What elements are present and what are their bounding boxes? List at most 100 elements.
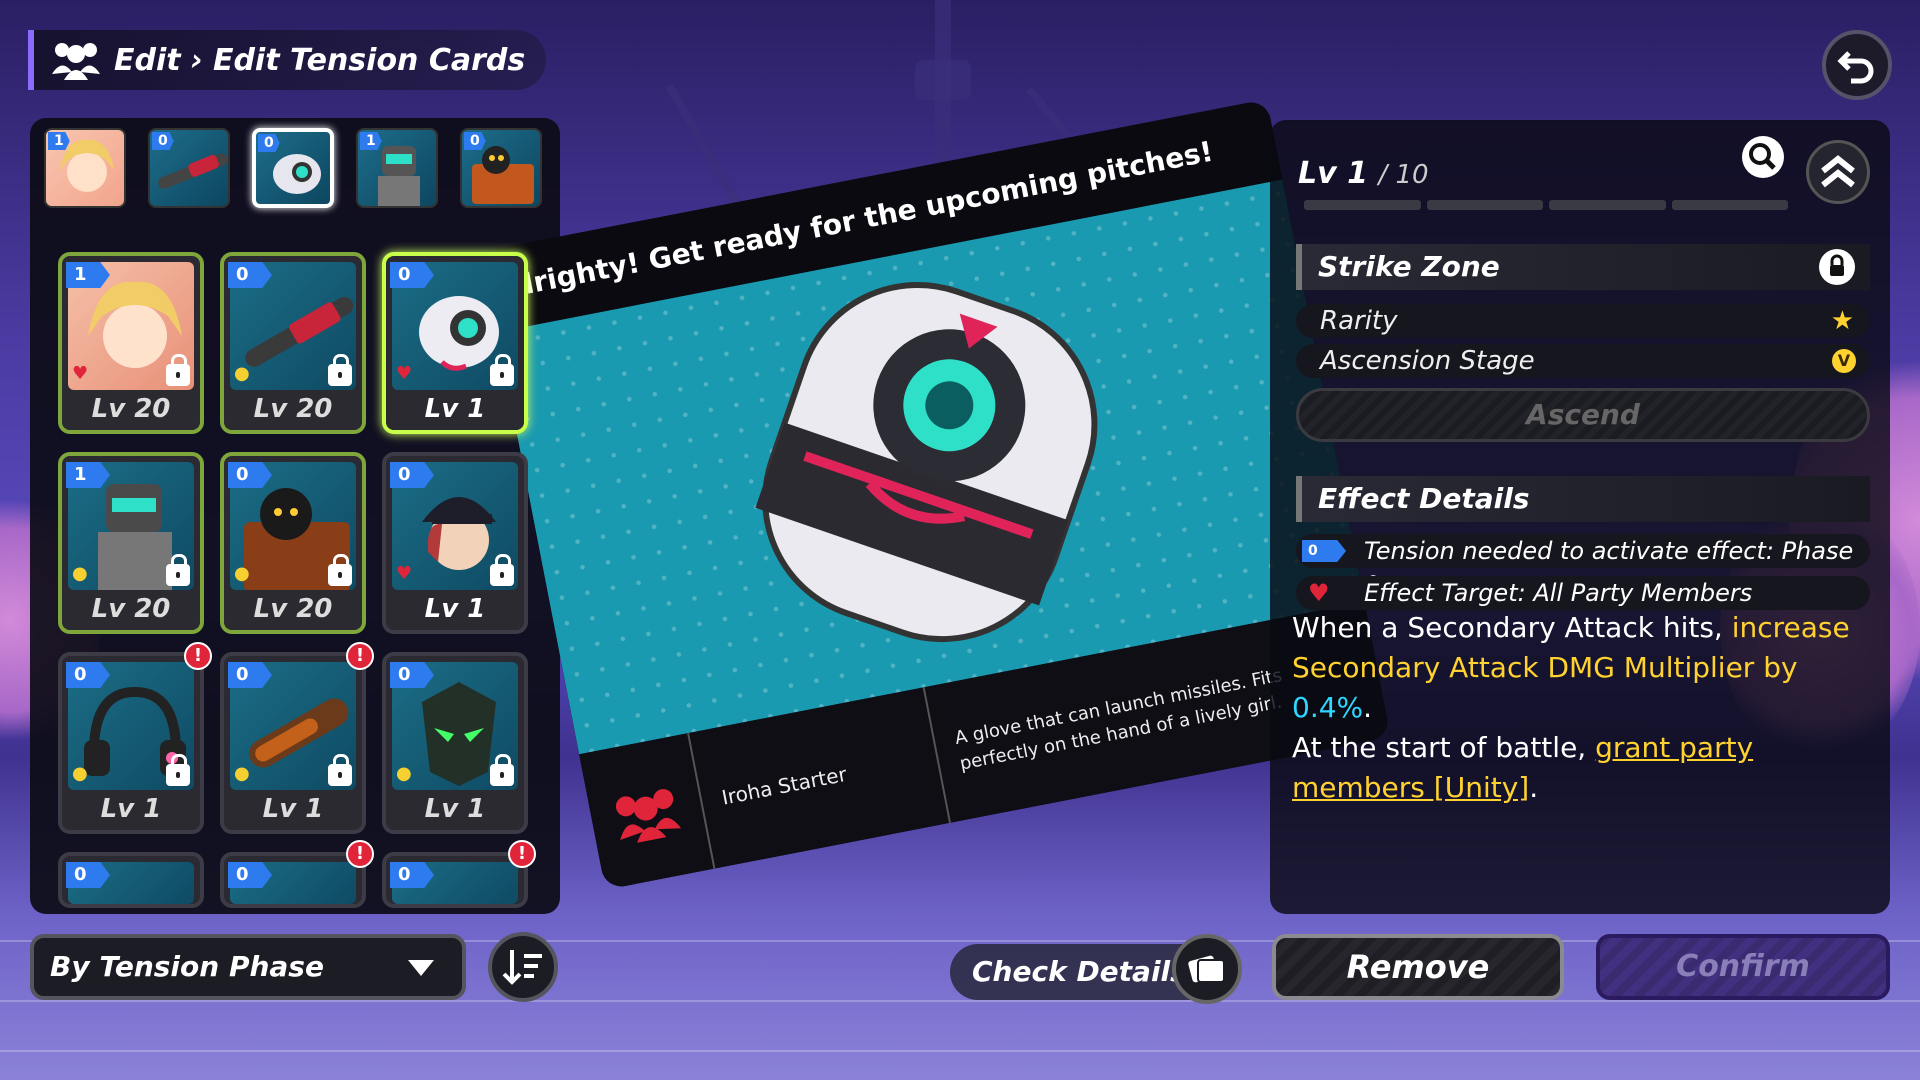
new-alert-icon: ! xyxy=(508,840,536,868)
card-item[interactable]: 0 xyxy=(58,852,204,908)
star-icon: ★ xyxy=(1830,306,1854,336)
ascension-stage-icon: V xyxy=(1832,349,1856,373)
party-slot-3[interactable]: 0 xyxy=(252,128,334,208)
level-progress-bar xyxy=(1304,200,1788,210)
lock-icon xyxy=(166,554,190,586)
sort-dropdown[interactable]: By Tension Phase xyxy=(30,934,466,1000)
sort-label: By Tension Phase xyxy=(50,950,324,983)
ascension-label: Ascension Stage xyxy=(1320,346,1535,376)
party-slot-2[interactable]: 0 xyxy=(148,128,230,208)
heart-group-icon xyxy=(615,789,682,843)
lock-icon xyxy=(328,554,352,586)
card-item[interactable]: 0 ● Lv 20 xyxy=(220,252,366,434)
card-level: Lv 1 xyxy=(224,790,362,830)
sort-order-icon xyxy=(502,950,542,985)
breadcrumb: Edit › Edit Tension Cards xyxy=(28,30,546,90)
person-icon: ● xyxy=(72,563,88,584)
card-level: Lv 20 xyxy=(62,590,200,630)
card-name-header: Strike Zone xyxy=(1296,244,1870,290)
card-name: Strike Zone xyxy=(1318,250,1500,283)
lock-icon xyxy=(166,754,190,786)
party-slot-5[interactable]: 0 xyxy=(460,128,542,208)
heart-group-icon: ♥ xyxy=(396,563,413,584)
check-details-label: Check Details xyxy=(972,955,1187,988)
zoom-button[interactable] xyxy=(1742,136,1784,178)
card-level: Lv 1 xyxy=(62,790,200,830)
level-up-button[interactable] xyxy=(1806,140,1870,204)
effect1-text: When a Secondary Attack hits, xyxy=(1292,611,1732,644)
breadcrumb-edit[interactable]: Edit xyxy=(114,43,181,78)
card-item[interactable]: 0 ♥ Lv 1 xyxy=(382,452,528,634)
card-item[interactable]: 0 ● Lv 20 xyxy=(220,452,366,634)
effect-target-text: Effect Target: All Party Members xyxy=(1364,579,1753,607)
confirm-button[interactable]: Confirm xyxy=(1596,934,1890,1000)
heart-group-icon: ♥ xyxy=(396,363,413,384)
tension-badge: 1 xyxy=(360,132,382,150)
tension-badge: 0 xyxy=(1302,540,1346,562)
card-item[interactable]: 0 xyxy=(382,852,528,908)
person-icon: ● xyxy=(234,363,250,384)
card-level: Lv 20 xyxy=(224,590,362,630)
card-level: Lv 1 xyxy=(386,390,524,430)
lock-icon xyxy=(490,554,514,586)
back-arrow-icon xyxy=(1837,51,1874,84)
person-icon: ● xyxy=(396,763,412,784)
rarity-row: Rarity ★ xyxy=(1296,304,1870,338)
check-details-icon-button[interactable] xyxy=(1172,934,1242,1004)
card-item[interactable]: 1 ♥ Lv 20 xyxy=(58,252,204,434)
party-slot-1[interactable]: 1 xyxy=(44,128,126,208)
back-button[interactable] xyxy=(1822,30,1892,100)
level-current: 1 xyxy=(1347,156,1368,191)
effect2-end: . xyxy=(1529,771,1539,804)
level-prefix: Lv xyxy=(1298,156,1337,191)
card-level: Lv 20 xyxy=(62,390,200,430)
card-item[interactable]: 0 ● Lv 1 xyxy=(382,652,528,834)
lock-toggle-icon[interactable] xyxy=(1818,248,1856,286)
new-alert-icon: ! xyxy=(184,642,212,670)
card-item[interactable]: 0 ● Lv 1 xyxy=(220,652,366,834)
party-slots: 1 0 0 1 0 xyxy=(44,128,542,208)
party-slot-4[interactable]: 1 xyxy=(356,128,438,208)
card-item-selected[interactable]: 0 ♥ Lv 1 xyxy=(382,252,528,434)
heart-group-icon: ♥ xyxy=(1308,579,1330,607)
remove-button[interactable]: Remove xyxy=(1272,934,1564,1000)
breadcrumb-current: Edit Tension Cards xyxy=(212,42,526,78)
card-level: Lv 1 xyxy=(386,790,524,830)
heart-group-icon: ♥ xyxy=(72,363,89,384)
cards-icon xyxy=(1188,955,1225,983)
double-chevron-up-icon xyxy=(1821,155,1855,188)
tension-badge: 1 xyxy=(48,132,70,150)
lock-icon xyxy=(490,754,514,786)
card-level: Lv 20 xyxy=(224,390,362,430)
person-icon: ● xyxy=(72,763,88,784)
lock-icon xyxy=(328,354,352,386)
new-alert-icon: ! xyxy=(346,642,374,670)
lock-icon xyxy=(166,354,190,386)
effect1-value: 0.4% xyxy=(1292,691,1364,724)
chevron-down-icon xyxy=(408,960,434,976)
level-max: / 10 xyxy=(1378,160,1429,190)
effect-description: When a Secondary Attack hits, increase S… xyxy=(1292,608,1872,808)
effect1-end: . xyxy=(1363,691,1373,724)
sort-order-button[interactable] xyxy=(488,932,558,1002)
lock-icon xyxy=(328,754,352,786)
detail-panel: Lv 1 / 10 Strike Zone Rarity ★ Ascension… xyxy=(1270,120,1890,914)
tension-requirement-row: 0 Tension needed to activate effect: Pha… xyxy=(1296,534,1870,599)
breadcrumb-separator: › xyxy=(190,42,203,78)
card-level: Lv 1 xyxy=(386,590,524,630)
tension-badge: 0 xyxy=(258,134,280,152)
effect2-text: At the start of battle, xyxy=(1292,731,1596,764)
effect-target-row: ♥ Effect Target: All Party Members xyxy=(1296,576,1870,610)
new-alert-icon: ! xyxy=(346,840,374,868)
card-item[interactable]: 1 ● Lv 20 xyxy=(58,452,204,634)
person-icon: ● xyxy=(234,563,250,584)
card-item[interactable]: 0 ● Lv 1 xyxy=(58,652,204,834)
tension-badge: 0 xyxy=(464,132,486,150)
rarity-label: Rarity xyxy=(1320,306,1398,336)
card-item[interactable]: 0 xyxy=(220,852,366,908)
tension-badge: 0 xyxy=(152,132,174,150)
ascension-row: Ascension Stage V xyxy=(1296,344,1870,378)
party-icon xyxy=(52,43,100,80)
ascend-button[interactable]: Ascend xyxy=(1296,388,1870,442)
level-display: Lv 1 / 10 xyxy=(1298,156,1429,191)
